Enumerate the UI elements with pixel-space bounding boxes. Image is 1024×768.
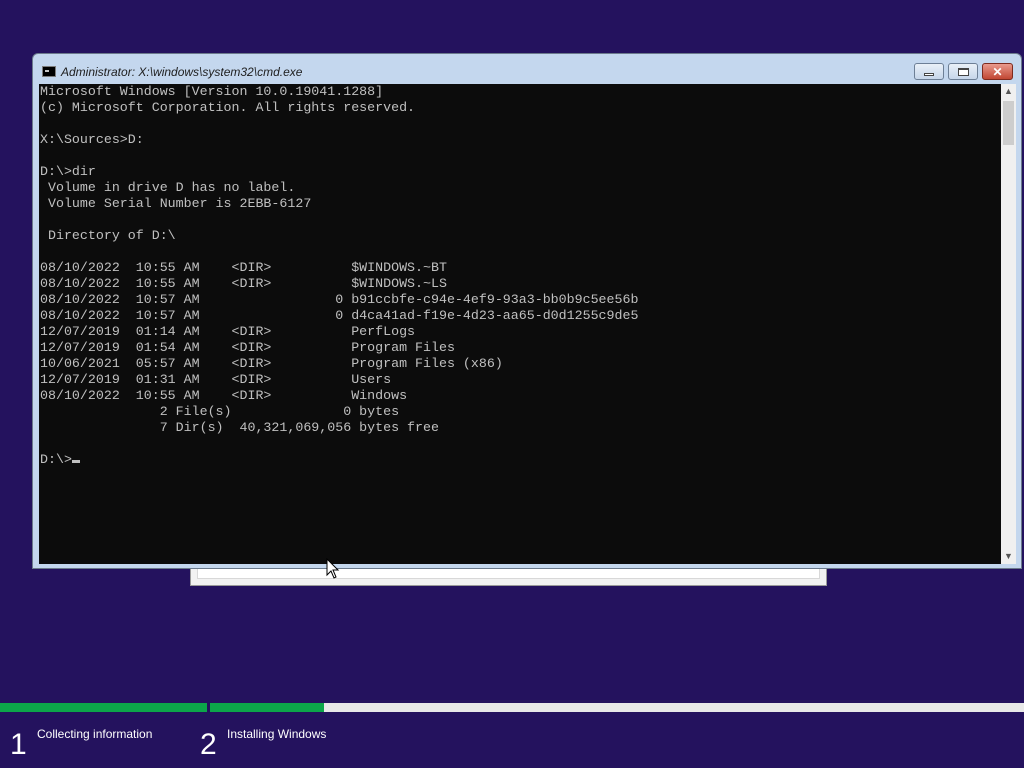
window-title: Administrator: X:\windows\system32\cmd.e… [61,65,303,79]
cmd-window[interactable]: Administrator: X:\windows\system32\cmd.e… [32,53,1022,569]
progress-step-1-fill [0,703,207,712]
step-2-number: 2 [200,728,217,761]
minimize-icon [924,72,934,76]
vertical-scrollbar[interactable]: ▲ ▼ [1001,84,1016,564]
command-prompt: D:\> [40,452,72,467]
scroll-thumb[interactable] [1003,101,1014,145]
console-output[interactable]: Microsoft Windows [Version 10.0.19041.12… [39,84,1001,564]
close-button[interactable]: ✕ [982,63,1013,80]
title-bar[interactable]: Administrator: X:\windows\system32\cmd.e… [33,54,1021,84]
close-icon: ✕ [992,64,1003,79]
text-cursor [71,460,80,463]
step-2-label: Installing Windows [227,727,327,741]
cmd-icon [42,66,56,77]
maximize-icon [957,67,969,76]
console-text: Microsoft Windows [Version 10.0.19041.12… [40,84,639,467]
scroll-down-icon[interactable]: ▼ [1001,549,1016,564]
progress-step-2-fill [210,703,324,712]
setup-progress-bar [0,703,1024,712]
step-1-label: Collecting information [37,727,153,741]
minimize-button[interactable] [914,63,944,80]
step-1-number: 1 [10,728,27,761]
scroll-up-icon[interactable]: ▲ [1001,84,1016,99]
mouse-pointer-icon [326,558,340,579]
maximize-button[interactable] [948,63,978,80]
